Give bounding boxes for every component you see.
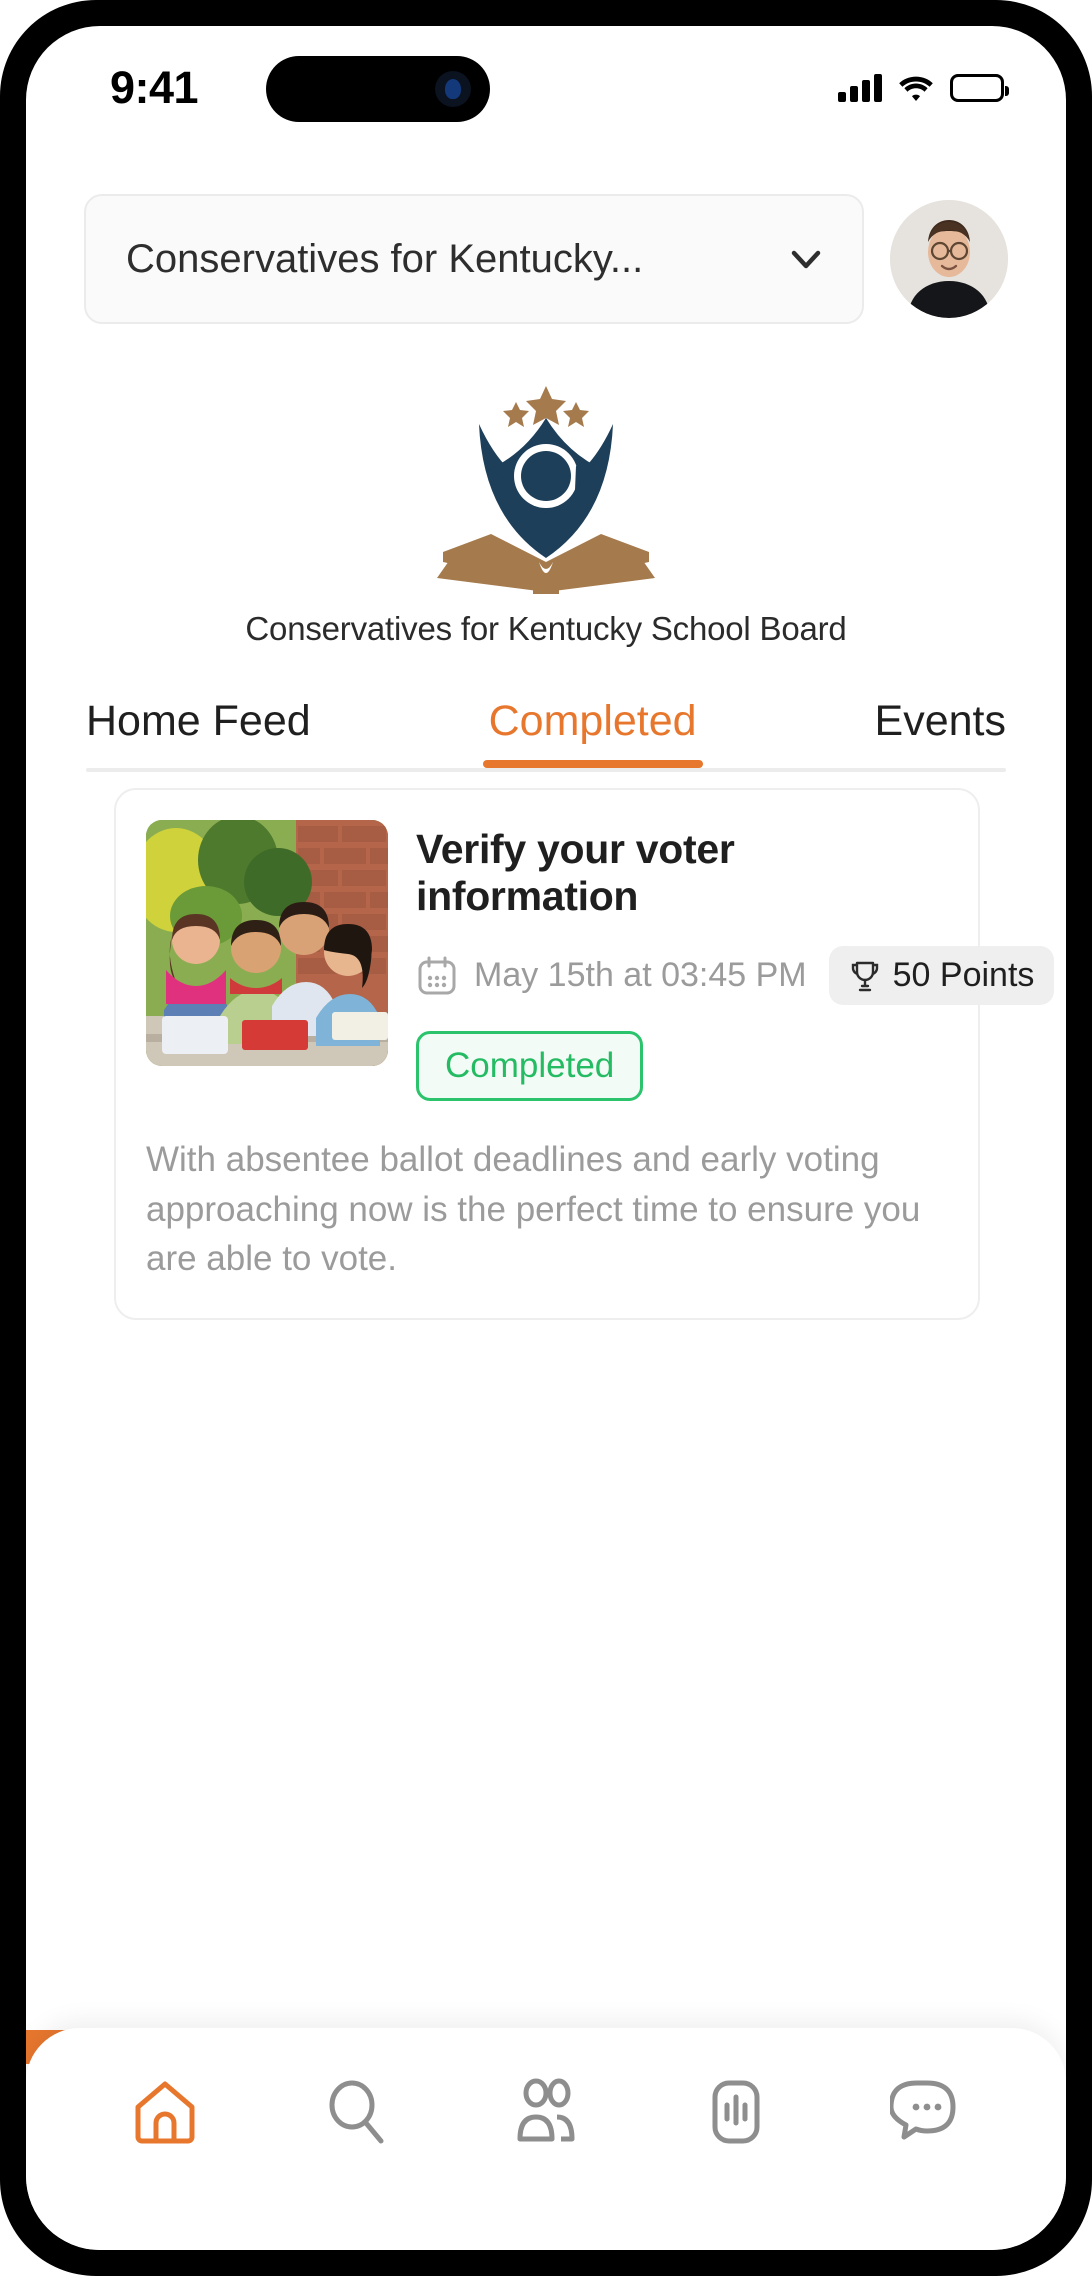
header-row: Conservatives for Kentucky... xyxy=(26,194,1066,324)
brand-name: Conservatives for Kentucky School Board xyxy=(245,610,847,647)
dynamic-island xyxy=(266,56,490,122)
tab-divider xyxy=(86,768,1006,772)
cellular-signal-icon xyxy=(838,74,882,102)
activity-title: Verify your voter information xyxy=(416,826,735,919)
organization-selector[interactable]: Conservatives for Kentucky... xyxy=(84,194,864,324)
tab-events[interactable]: Events xyxy=(875,697,1006,768)
nav-search[interactable] xyxy=(301,2066,411,2158)
home-icon xyxy=(135,2081,195,2144)
trophy-icon xyxy=(849,959,881,993)
chevron-down-icon xyxy=(784,237,828,281)
status-bar: 9:41 xyxy=(26,26,1066,134)
status-bar-time: 9:41 xyxy=(110,62,199,113)
nav-people[interactable] xyxy=(491,2066,601,2158)
points-badge: 50 Points xyxy=(828,946,1055,1005)
activity-thumbnail xyxy=(146,820,388,1066)
brand-block: Conservatives for Kentucky School Board xyxy=(26,366,1066,648)
status-bar-icons xyxy=(838,64,1009,102)
bottom-navigation xyxy=(26,2028,1066,2250)
organization-selector-value: Conservatives for Kentucky... xyxy=(126,236,644,281)
tab-completed[interactable]: Completed xyxy=(482,697,703,768)
tab-bar: Home Feed Completed Events xyxy=(26,686,1066,772)
avatar[interactable] xyxy=(890,200,1008,318)
battery-full-icon xyxy=(950,74,1009,102)
phone-screen: 9:41 Conservatives for Kentucky... Conse… xyxy=(26,26,1066,2250)
chart-icon xyxy=(712,2080,760,2144)
status-badge: Completed xyxy=(416,1031,644,1101)
front-camera-icon xyxy=(435,71,471,107)
people-icon xyxy=(517,2078,575,2142)
phone-frame: 9:41 Conservatives for Kentucky... Conse… xyxy=(0,0,1092,2276)
activity-description: With absentee ballot deadlines and early… xyxy=(146,1140,921,1279)
points-value: 50 Points xyxy=(892,956,1035,994)
nav-home[interactable] xyxy=(110,2066,220,2158)
activity-card[interactable]: Verify your voter information May 15th a… xyxy=(114,788,1055,1321)
chat-icon xyxy=(889,2080,956,2140)
wifi-icon xyxy=(898,74,934,102)
nav-chat[interactable] xyxy=(872,2066,982,2158)
nav-stats[interactable] xyxy=(681,2066,791,2158)
graduate-book-logo xyxy=(421,366,671,594)
tab-home-feed[interactable]: Home Feed xyxy=(86,697,311,768)
calendar-icon xyxy=(416,955,458,997)
activity-meta-row: May 15th at 03:45 PM 50 Points xyxy=(416,946,1055,1005)
search-icon xyxy=(329,2080,384,2144)
activity-date: May 15th at 03:45 PM xyxy=(474,956,807,994)
